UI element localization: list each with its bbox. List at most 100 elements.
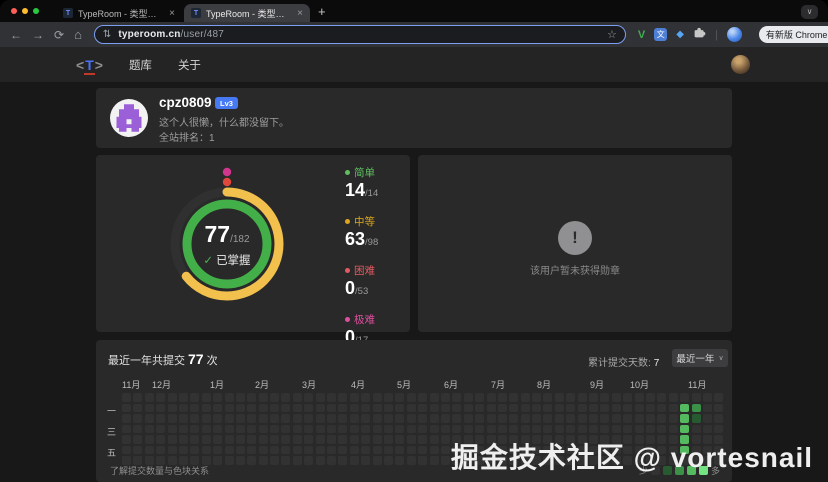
heatmap-cell [395,446,404,455]
chrome-update-button[interactable]: 有新版 Chrome 可用 ⋮ [759,26,828,43]
heatmap-cell [338,446,347,455]
nav-item-question-bank[interactable]: 题库 [129,57,152,73]
chevron-down-icon[interactable]: ∨ [801,5,818,19]
heatmap-cell [361,446,370,455]
heatmap-cell [361,456,370,465]
heatmap-cell [202,393,211,402]
difficulty-dot-icon [345,170,350,175]
heatmap-cell [338,404,347,413]
maximize-window-button[interactable] [33,8,39,14]
heatmap-cell [600,393,609,402]
heatmap-cell [703,404,712,413]
chevron-down-icon: ∨ [718,354,723,362]
browser-window: T TypeRoom - 类型小屋 × T TypeRoom - 类型小屋 × … [0,0,828,482]
forward-icon[interactable]: → [32,28,44,42]
heatmap-cell [441,456,450,465]
heatmap-cell [247,404,256,413]
nav-item-about[interactable]: 关于 [178,57,201,73]
heatmap-cell [384,435,393,444]
heatmap-cell [384,425,393,434]
heatmap-cell [464,393,473,402]
heatmap-cell [259,435,268,444]
heatmap-cell [270,404,279,413]
heatmap-cell [395,456,404,465]
heatmap-cell [156,393,165,402]
close-tab-icon[interactable]: × [297,8,303,19]
heatmap-cell [521,414,530,423]
heatmap-cell [441,435,450,444]
site-logo[interactable]: <T> [76,57,103,73]
heatmap-cell [156,446,165,455]
level-badge: Lv3 [215,97,238,109]
tab-title: TypeRoom - 类型小屋 [206,7,292,20]
heatmap-cell [190,446,199,455]
weekday-label: 一 [107,404,117,417]
extensions-bar: V 文 ◆ | 有新版 Chrome 可用 ⋮ [638,26,828,44]
heatmap-cell [714,425,723,434]
heatmap-cell [145,404,154,413]
month-label: 1月 [210,378,224,391]
minimize-window-button[interactable] [22,8,28,14]
difficulty-value: 14/14 [345,180,378,204]
heatmap-cell [532,404,541,413]
heatmap-cell [133,446,142,455]
user-avatar[interactable] [731,55,750,74]
back-icon[interactable]: ← [10,28,22,42]
heatmap-cell [350,435,359,444]
heatmap-cell [657,414,666,423]
heatmap-cell [361,414,370,423]
heatmap-cell [589,393,598,402]
v-extension-icon[interactable]: V [638,29,645,41]
heatmap-cell [179,404,188,413]
heatmap-cell [623,414,632,423]
heatmap-cell [543,393,552,402]
profile-avatar[interactable] [110,99,148,137]
month-label: 9月 [590,378,604,391]
close-tab-icon[interactable]: × [169,8,175,19]
range-selector-label: 最近一年 [676,351,714,365]
progress-ring-svg [147,164,307,324]
reload-icon[interactable]: ⟳ [54,28,64,42]
site-settings-icon[interactable]: ⇅ [103,29,111,40]
bookmark-star-icon[interactable]: ☆ [607,28,617,41]
heatmap-cell [692,404,701,413]
heatmap-cell [600,425,609,434]
heatmap-cell [316,446,325,455]
month-label: 12月 [152,378,171,391]
heatmap-cell [703,414,712,423]
heatmap-cell [225,414,234,423]
month-label: 7月 [491,378,505,391]
close-window-button[interactable] [11,8,17,14]
url-host: typeroom.cn [118,29,180,40]
browser-tab-1[interactable]: T TypeRoom - 类型小屋 × [56,4,182,22]
heatmap-cell [179,446,188,455]
new-tab-button[interactable]: + [318,5,326,19]
heatmap-help-link[interactable]: 了解提交数量与色块关系 [110,464,209,477]
heatmap-cell [373,446,382,455]
extensions-puzzle-icon[interactable] [693,26,706,44]
heatmap-cell [168,414,177,423]
browser-toolbar: ← → ⟳ ⌂ ⇅ typeroom.cn/user/487 ☆ V 文 ◆ |… [0,22,828,47]
heatmap-cell [293,446,302,455]
heatmap-cell [589,404,598,413]
home-icon[interactable]: ⌂ [74,27,82,42]
heatmap-cell [418,435,427,444]
translate-extension-icon[interactable]: 文 [654,28,667,41]
heatmap-cell [247,446,256,455]
gem-extension-icon[interactable]: ◆ [676,29,684,40]
heatmap-cell [475,425,484,434]
heatmap-cell [418,425,427,434]
heatmap-cell [566,425,575,434]
heatmap-cell [373,404,382,413]
heatmap-cell [669,404,678,413]
browser-tab-2-active[interactable]: T TypeRoom - 类型小屋 × [184,4,310,22]
heatmap-cell [407,446,416,455]
range-selector-dropdown[interactable]: 最近一年 ∨ [672,349,728,367]
heatmap-cell [464,425,473,434]
heatmap-cell [395,404,404,413]
chrome-profile-avatar[interactable] [727,27,742,42]
month-label: 5月 [397,378,411,391]
month-label: 6月 [444,378,458,391]
heatmap-cell [270,435,279,444]
address-bar[interactable]: ⇅ typeroom.cn/user/487 ☆ [94,25,626,44]
